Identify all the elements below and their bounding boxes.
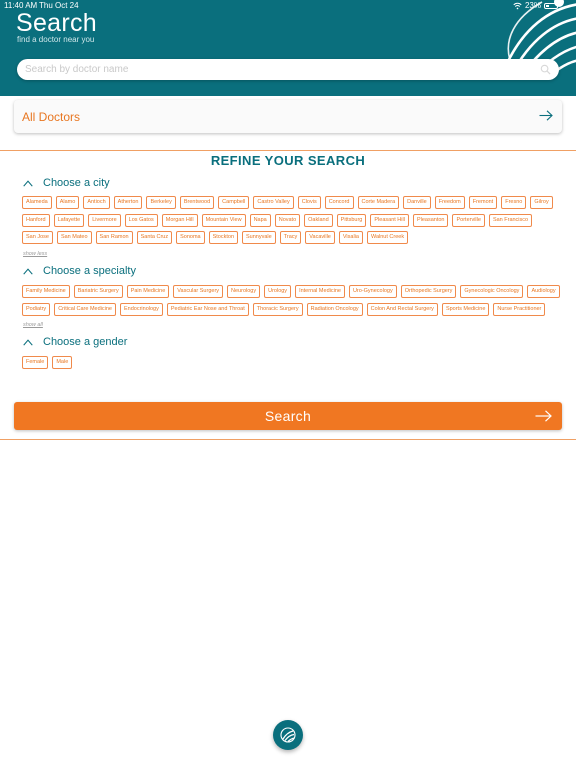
city-chip[interactable]: Fremont bbox=[468, 196, 498, 209]
city-chip[interactable]: Stockton bbox=[208, 231, 239, 244]
city-chip[interactable]: Alamo bbox=[55, 196, 80, 209]
specialty-chip[interactable]: Bariatric Surgery bbox=[73, 285, 123, 298]
city-chip-row: Alameda Alamo Antioch Atherton Berkeley … bbox=[22, 196, 553, 209]
specialty-chip[interactable]: Podiatry bbox=[22, 303, 51, 316]
city-chip[interactable]: Danville bbox=[403, 196, 431, 209]
specialty-chip[interactable]: Nurse Practitioner bbox=[493, 303, 546, 316]
search-button-label: Search bbox=[264, 408, 312, 424]
gender-chip[interactable]: Male bbox=[52, 356, 73, 369]
specialty-chip[interactable]: Pediatric Ear Nose and Throat bbox=[166, 303, 249, 316]
city-chip[interactable]: Corte Madera bbox=[357, 196, 400, 209]
city-chip[interactable]: Gilroy bbox=[530, 196, 553, 209]
city-chip[interactable]: San Mateo bbox=[56, 231, 92, 244]
city-section-label: Choose a city bbox=[43, 177, 110, 189]
city-chip[interactable]: Mountain View bbox=[201, 214, 246, 227]
city-section-toggle[interactable]: Choose a city bbox=[23, 177, 110, 189]
chevron-up-icon bbox=[23, 267, 33, 275]
specialty-chip[interactable]: Uro-Gynecology bbox=[348, 285, 397, 298]
specialty-chip-row: Family Medicine Bariatric Surgery Pain M… bbox=[22, 285, 560, 298]
city-chip[interactable]: Oakland bbox=[304, 214, 333, 227]
chevron-up-icon bbox=[23, 179, 33, 187]
home-fab-button[interactable] bbox=[273, 720, 303, 750]
gender-section-toggle[interactable]: Choose a gender bbox=[23, 336, 127, 348]
refine-title: REFINE YOUR SEARCH bbox=[210, 153, 366, 168]
show-less-link[interactable]: show less bbox=[23, 251, 47, 257]
city-chip[interactable]: Berkeley bbox=[146, 196, 176, 209]
specialty-chip[interactable]: Pain Medicine bbox=[126, 285, 170, 298]
gender-chip[interactable]: Female bbox=[22, 356, 49, 369]
divider bbox=[0, 150, 576, 151]
city-chip[interactable]: Walnut Creek bbox=[366, 231, 409, 244]
divider bbox=[0, 439, 576, 440]
specialty-chip[interactable]: Critical Care Medicine bbox=[54, 303, 116, 316]
gender-chip-row: Female Male bbox=[22, 356, 73, 369]
specialty-chip[interactable]: Neurology bbox=[227, 285, 261, 298]
city-chip[interactable]: Pittsburg bbox=[336, 214, 367, 227]
city-chip[interactable]: San Jose bbox=[22, 231, 53, 244]
search-bar bbox=[17, 59, 559, 80]
city-chip[interactable]: Livermore bbox=[88, 214, 121, 227]
city-chip[interactable]: Pleasanton bbox=[412, 214, 449, 227]
search-input[interactable] bbox=[25, 59, 535, 80]
page-title: Search bbox=[16, 9, 98, 37]
city-chip[interactable]: Alameda bbox=[22, 196, 52, 209]
city-chip[interactable]: Sunnyvale bbox=[242, 231, 276, 244]
city-chip[interactable]: Morgan Hill bbox=[161, 214, 198, 227]
city-chip[interactable]: Tracy bbox=[279, 231, 302, 244]
specialty-chip-row: Podiatry Critical Care Medicine Endocrin… bbox=[22, 303, 546, 316]
specialty-chip[interactable]: Vascular Surgery bbox=[173, 285, 224, 298]
city-chip[interactable]: Sonoma bbox=[176, 231, 205, 244]
city-chip[interactable]: Pleasant Hill bbox=[370, 214, 409, 227]
city-chip[interactable]: Novato bbox=[274, 214, 301, 227]
specialty-chip[interactable]: Family Medicine bbox=[22, 285, 70, 298]
city-chip[interactable]: Fresno bbox=[501, 196, 527, 209]
city-chip[interactable]: Atherton bbox=[113, 196, 143, 209]
gender-section-label: Choose a gender bbox=[43, 336, 128, 348]
city-chip[interactable]: San Ramon bbox=[95, 231, 133, 244]
arrow-right-icon bbox=[535, 410, 552, 422]
show-all-link[interactable]: show all bbox=[23, 322, 43, 328]
city-chip[interactable]: Santa Cruz bbox=[136, 231, 173, 244]
page-subtitle: find a doctor near you bbox=[17, 35, 95, 44]
arrow-right-icon bbox=[539, 110, 553, 121]
specialty-section-label: Choose a specialty bbox=[43, 265, 136, 277]
all-doctors-label: All Doctors bbox=[22, 110, 81, 124]
city-chip[interactable]: Castro Valley bbox=[253, 196, 294, 209]
city-chip[interactable]: Porterville bbox=[452, 214, 485, 227]
specialty-chip[interactable]: Audiology bbox=[527, 285, 560, 298]
search-icon[interactable] bbox=[540, 64, 551, 75]
city-chip[interactable]: Freedom bbox=[434, 196, 465, 209]
city-chip[interactable]: Napa bbox=[249, 214, 271, 227]
city-chip[interactable]: San Francisco bbox=[488, 214, 533, 227]
search-button[interactable]: Search bbox=[14, 402, 562, 430]
specialty-chip[interactable]: Gynecologic Oncology bbox=[460, 285, 524, 298]
header-bar: 11:40 AM Thu Oct 24 23% Search find a do… bbox=[0, 0, 576, 96]
specialty-chip[interactable]: Radiation Oncology bbox=[306, 303, 363, 316]
city-chip[interactable]: Brentwood bbox=[179, 196, 215, 209]
specialty-chip[interactable]: Internal Medicine bbox=[295, 285, 345, 298]
city-chip[interactable]: Antioch bbox=[83, 196, 110, 209]
city-chip-row: San Jose San Mateo San Ramon Santa Cruz … bbox=[22, 231, 409, 244]
chevron-up-icon bbox=[23, 338, 33, 346]
city-chip[interactable]: Concord bbox=[324, 196, 354, 209]
specialty-chip[interactable]: Thoracic Surgery bbox=[252, 303, 303, 316]
city-chip[interactable]: Lafayette bbox=[53, 214, 85, 227]
city-chip[interactable]: Los Gatos bbox=[124, 214, 158, 227]
city-chip[interactable]: Clovis bbox=[297, 196, 321, 209]
city-chip-row: Hanford Lafayette Livermore Los Gatos Mo… bbox=[22, 214, 533, 227]
city-chip[interactable]: Campbell bbox=[218, 196, 250, 209]
city-chip[interactable]: Vacaville bbox=[305, 231, 335, 244]
specialty-chip[interactable]: Urology bbox=[264, 285, 292, 298]
city-chip[interactable]: Visalia bbox=[338, 231, 363, 244]
brand-logo-icon bbox=[280, 727, 296, 743]
specialty-chip[interactable]: Endocrinology bbox=[119, 303, 163, 316]
specialty-section-toggle[interactable]: Choose a specialty bbox=[23, 265, 136, 277]
all-doctors-button[interactable]: All Doctors bbox=[14, 100, 562, 133]
specialty-chip[interactable]: Colon And Rectal Surgery bbox=[366, 303, 438, 316]
specialty-chip[interactable]: Orthopedic Surgery bbox=[400, 285, 457, 298]
search-screen: 11:40 AM Thu Oct 24 23% Search find a do… bbox=[0, 0, 576, 768]
city-chip[interactable]: Hanford bbox=[22, 214, 50, 227]
specialty-chip[interactable]: Sports Medicine bbox=[441, 303, 490, 316]
